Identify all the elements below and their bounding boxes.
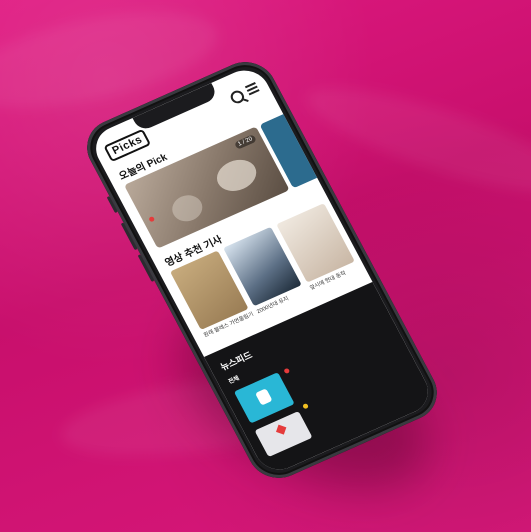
menu-icon[interactable] bbox=[244, 82, 260, 96]
pick-page-indicator: 1 / 20 bbox=[233, 134, 257, 150]
tab-2[interactable] bbox=[247, 372, 250, 377]
news-source bbox=[283, 367, 292, 375]
tab-all[interactable]: 전체 bbox=[228, 376, 241, 386]
tab-4[interactable] bbox=[265, 364, 268, 369]
tab-5[interactable] bbox=[274, 359, 277, 364]
search-icon[interactable] bbox=[228, 88, 247, 106]
tab-3[interactable] bbox=[256, 368, 259, 373]
news-source bbox=[302, 402, 311, 410]
pick-source bbox=[148, 215, 157, 223]
